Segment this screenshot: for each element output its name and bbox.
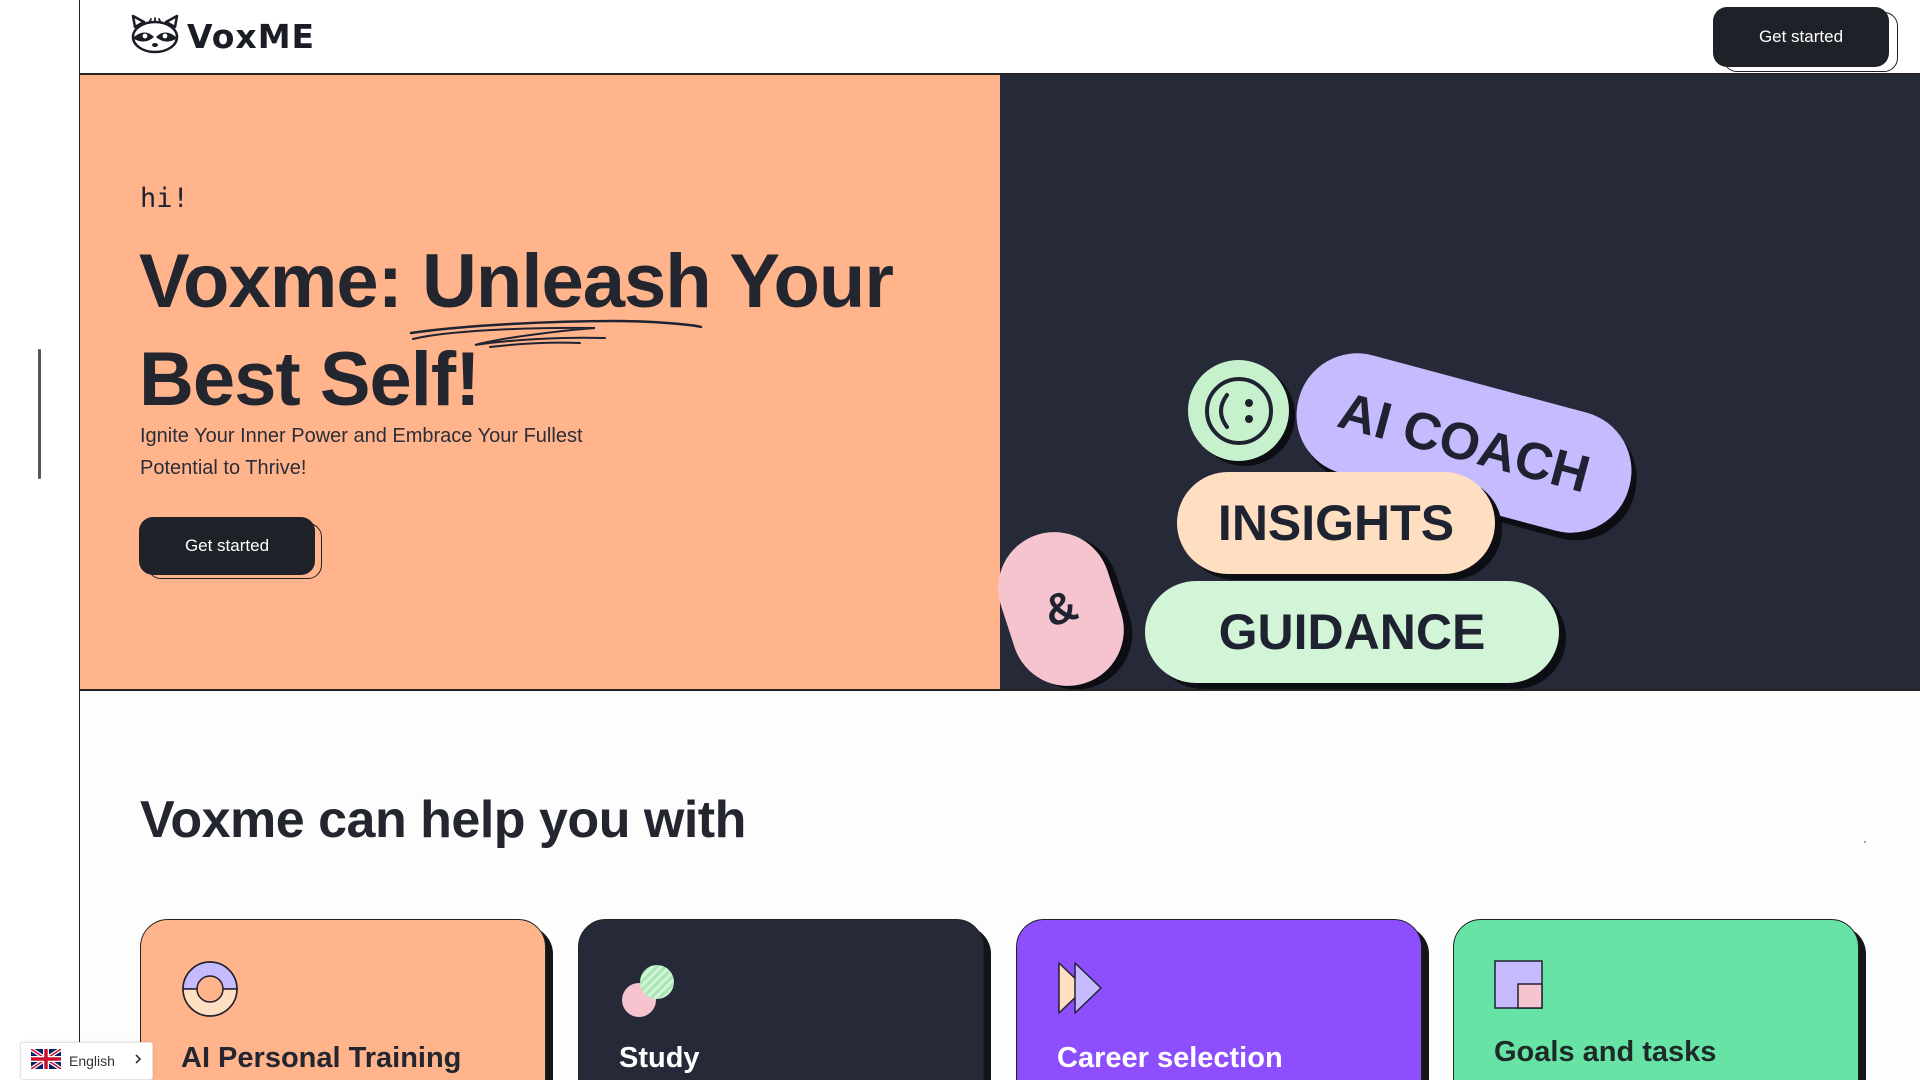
donut-icon [181, 960, 239, 1023]
raccoon-logo-icon [129, 13, 181, 60]
circles-icon [619, 960, 679, 1025]
logo[interactable]: VoxME [129, 14, 315, 58]
service-card-goals[interactable]: Goals and tasks [1453, 919, 1859, 1080]
pill-insights: INSIGHTS [1177, 472, 1495, 574]
hero-title-part1: Voxme: [139, 239, 423, 324]
card-title: Career selection [1057, 1042, 1283, 1074]
left-rail [0, 0, 80, 1080]
logo-text: VoxME [187, 16, 316, 56]
fast-forward-icon [1057, 960, 1105, 1021]
pill-ampersand: & [983, 517, 1139, 701]
hero-subtitle: Ignite Your Inner Power and Embrace Your… [140, 425, 583, 479]
hero-get-started-button[interactable]: Get started [139, 517, 315, 575]
chevron-right-icon [134, 1052, 142, 1070]
squares-icon [1494, 960, 1544, 1015]
service-card-career[interactable]: Career selection [1016, 919, 1422, 1080]
scroll-indicator[interactable] [38, 349, 41, 479]
card-title: AI Personal Training [181, 1042, 462, 1074]
site-header: VoxME Get started [80, 0, 1920, 75]
header-get-started-button[interactable]: Get started [1713, 7, 1889, 67]
services-title: Voxme can help you with [140, 791, 746, 849]
card-title: Study [619, 1042, 700, 1074]
hero-greeting: hi! [140, 183, 189, 214]
decorative-dot [1864, 841, 1866, 843]
hero-right-panel: AI COACH INSIGHTS & GUIDANCE [983, 75, 1920, 701]
pill-guidance: GUIDANCE [1145, 581, 1559, 683]
card-title: Goals and tasks [1494, 1036, 1717, 1068]
hero-left-panel: hi! Voxme: Unleash Your Best Self! Ignit… [80, 75, 1000, 691]
service-card-ai-training[interactable]: AI Personal Training [140, 919, 546, 1080]
scribble-underline-icon [409, 319, 703, 348]
language-selector[interactable]: English [20, 1042, 153, 1080]
language-label: English [69, 1053, 115, 1069]
smiley-icon [1188, 360, 1289, 461]
uk-flag-icon [29, 1046, 63, 1074]
service-card-study[interactable]: Study [578, 919, 984, 1080]
